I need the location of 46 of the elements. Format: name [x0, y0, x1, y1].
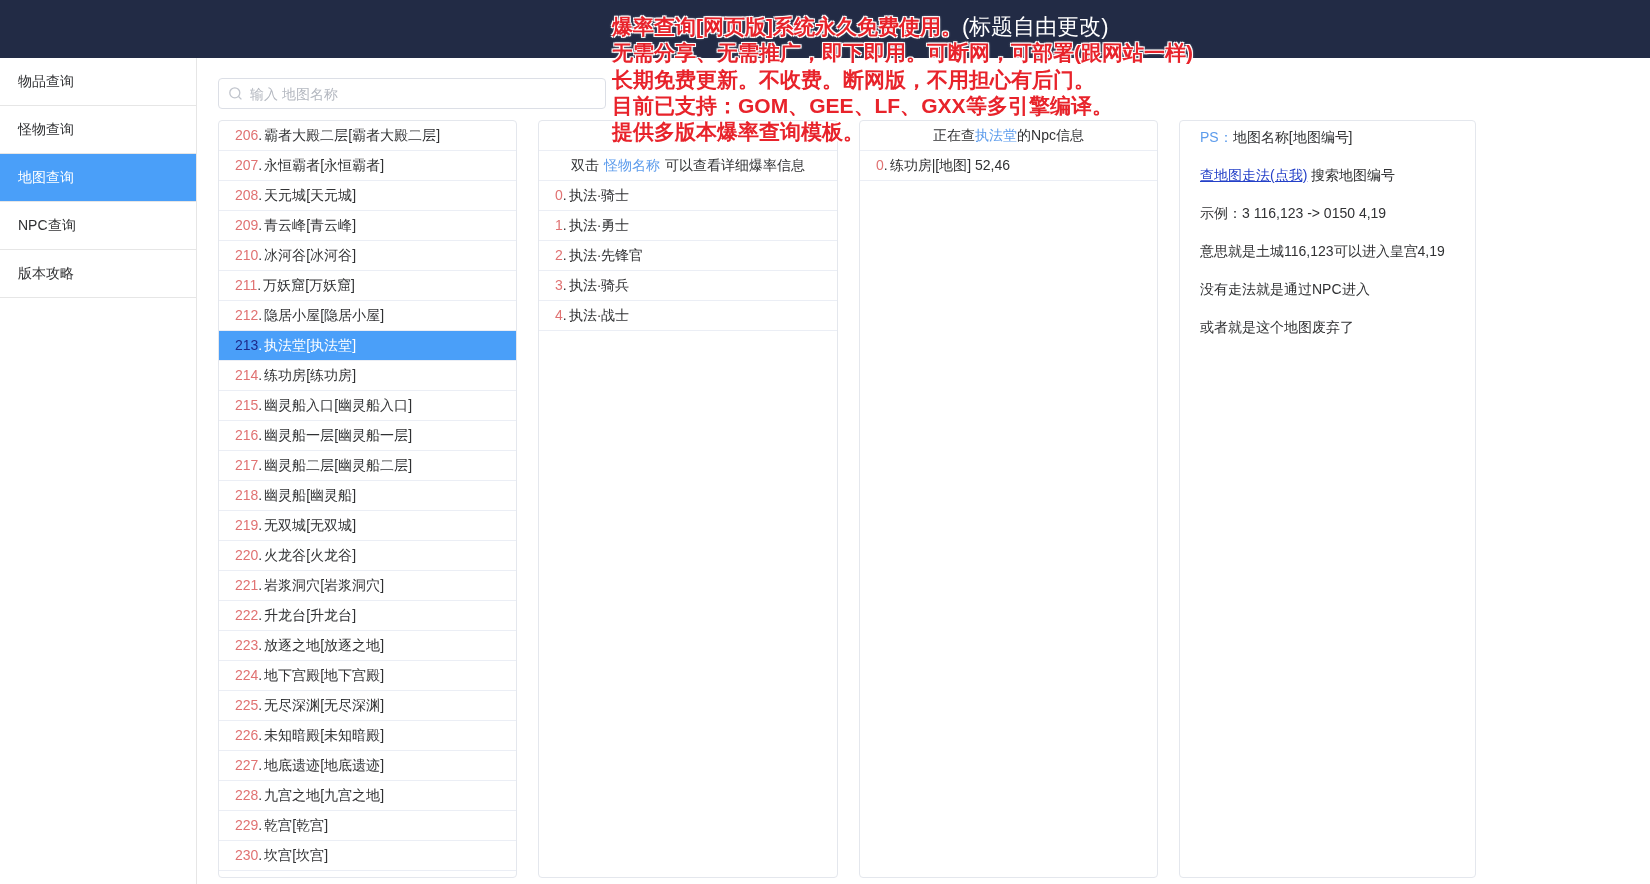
map-list-item[interactable]: 206.霸者大殿二层[霸者大殿二层]: [219, 121, 516, 151]
map-list-item[interactable]: 211.万妖窟[万妖窟]: [219, 271, 516, 301]
map-list-item[interactable]: 210.冰河谷[冰河谷]: [219, 241, 516, 271]
search-field[interactable]: 输入 地图名称: [218, 78, 606, 109]
map-list-item[interactable]: 223.放逐之地[放逐之地]: [219, 631, 516, 661]
help-text: 没有走法就是通过NPC进入: [1200, 279, 1370, 299]
map-list-item[interactable]: 218.幽灵船[幽灵船]: [219, 481, 516, 511]
monster-list-item[interactable]: 0.执法·骑士: [539, 181, 837, 211]
map-list-item[interactable]: 208.天元城[天元城]: [219, 181, 516, 211]
help-text: 或者就是这个地图废弃了: [1200, 317, 1354, 337]
monster-list-item[interactable]: 4.执法·战士: [539, 301, 837, 331]
monster-list-item[interactable]: 3.执法·骑兵: [539, 271, 837, 301]
map-list-item[interactable]: 228.九宫之地[九宫之地]: [219, 781, 516, 811]
map-list-item[interactable]: 217.幽灵船二层[幽灵船二层]: [219, 451, 516, 481]
npc-location-item[interactable]: 0.练功房|[地图] 52,46: [860, 151, 1157, 181]
annotation-text: 爆率查询[网页版]系统永久免费使用。: [612, 14, 962, 40]
search-icon: [229, 87, 242, 100]
map-list-item[interactable]: 216.幽灵船一层[幽灵船一层]: [219, 421, 516, 451]
annotation-text: 目前已支持：GOM、GEE、LF、GXX等多引擎编译。: [612, 92, 1113, 119]
map-list-item[interactable]: 224.地下宫殿[地下宫殿]: [219, 661, 516, 691]
annotation-text: 提供多版本爆率查询模板。: [612, 119, 864, 146]
help-text: 查地图走法(点我) 搜索地图编号: [1200, 165, 1396, 185]
help-text: 示例：3 116,123 -> 0150 4,19: [1200, 203, 1387, 223]
map-list-item[interactable]: 207.永恒霸者[永恒霸者]: [219, 151, 516, 181]
help-text: 意思就是土城116,123可以进入皇宫4,19: [1200, 241, 1445, 261]
map-list-item[interactable]: 230.坎宫[坎宫]: [219, 841, 516, 871]
map-list-item[interactable]: 209.青云峰[青云峰]: [219, 211, 516, 241]
map-list-item[interactable]: 220.火龙谷[火龙谷]: [219, 541, 516, 571]
npc-info-heading: 正在查执法堂的Npc信息: [933, 126, 1084, 145]
map-list-item[interactable]: 215.幽灵船入口[幽灵船入口]: [219, 391, 516, 421]
map-list-item[interactable]: 219.无双城[无双城]: [219, 511, 516, 541]
map-list-item[interactable]: 227.地底遗迹[地底遗迹]: [219, 751, 516, 781]
annotation-text: 长期免费更新。不收费。断网版，不用担心有后门。: [612, 66, 1095, 93]
map-list-item[interactable]: 229.乾宫[乾宫]: [219, 811, 516, 841]
instruction-text: 双击 怪物名称 可以查看详细爆率信息: [571, 156, 805, 175]
map-list-item[interactable]: 213.执法堂[执法堂]: [219, 331, 516, 361]
map-list-item[interactable]: 222.升龙台[升龙台]: [219, 601, 516, 631]
map-list-item[interactable]: 226.未知暗殿[未知暗殿]: [219, 721, 516, 751]
map-list-item[interactable]: 225.无尽深渊[无尽深渊]: [219, 691, 516, 721]
monster-list-item[interactable]: 2.执法·先锋官: [539, 241, 837, 271]
map-list-item[interactable]: 214.练功房[练功房]: [219, 361, 516, 391]
map-route-link[interactable]: 查地图走法(点我): [1200, 166, 1308, 183]
map-list-item[interactable]: 221.岩浆洞穴[岩浆洞穴]: [219, 571, 516, 601]
monster-list-item[interactable]: 1.执法·勇士: [539, 211, 837, 241]
page-title: (标题自由更改): [962, 14, 1109, 41]
ps-note: PS：地图名称[地图编号]: [1200, 127, 1353, 147]
